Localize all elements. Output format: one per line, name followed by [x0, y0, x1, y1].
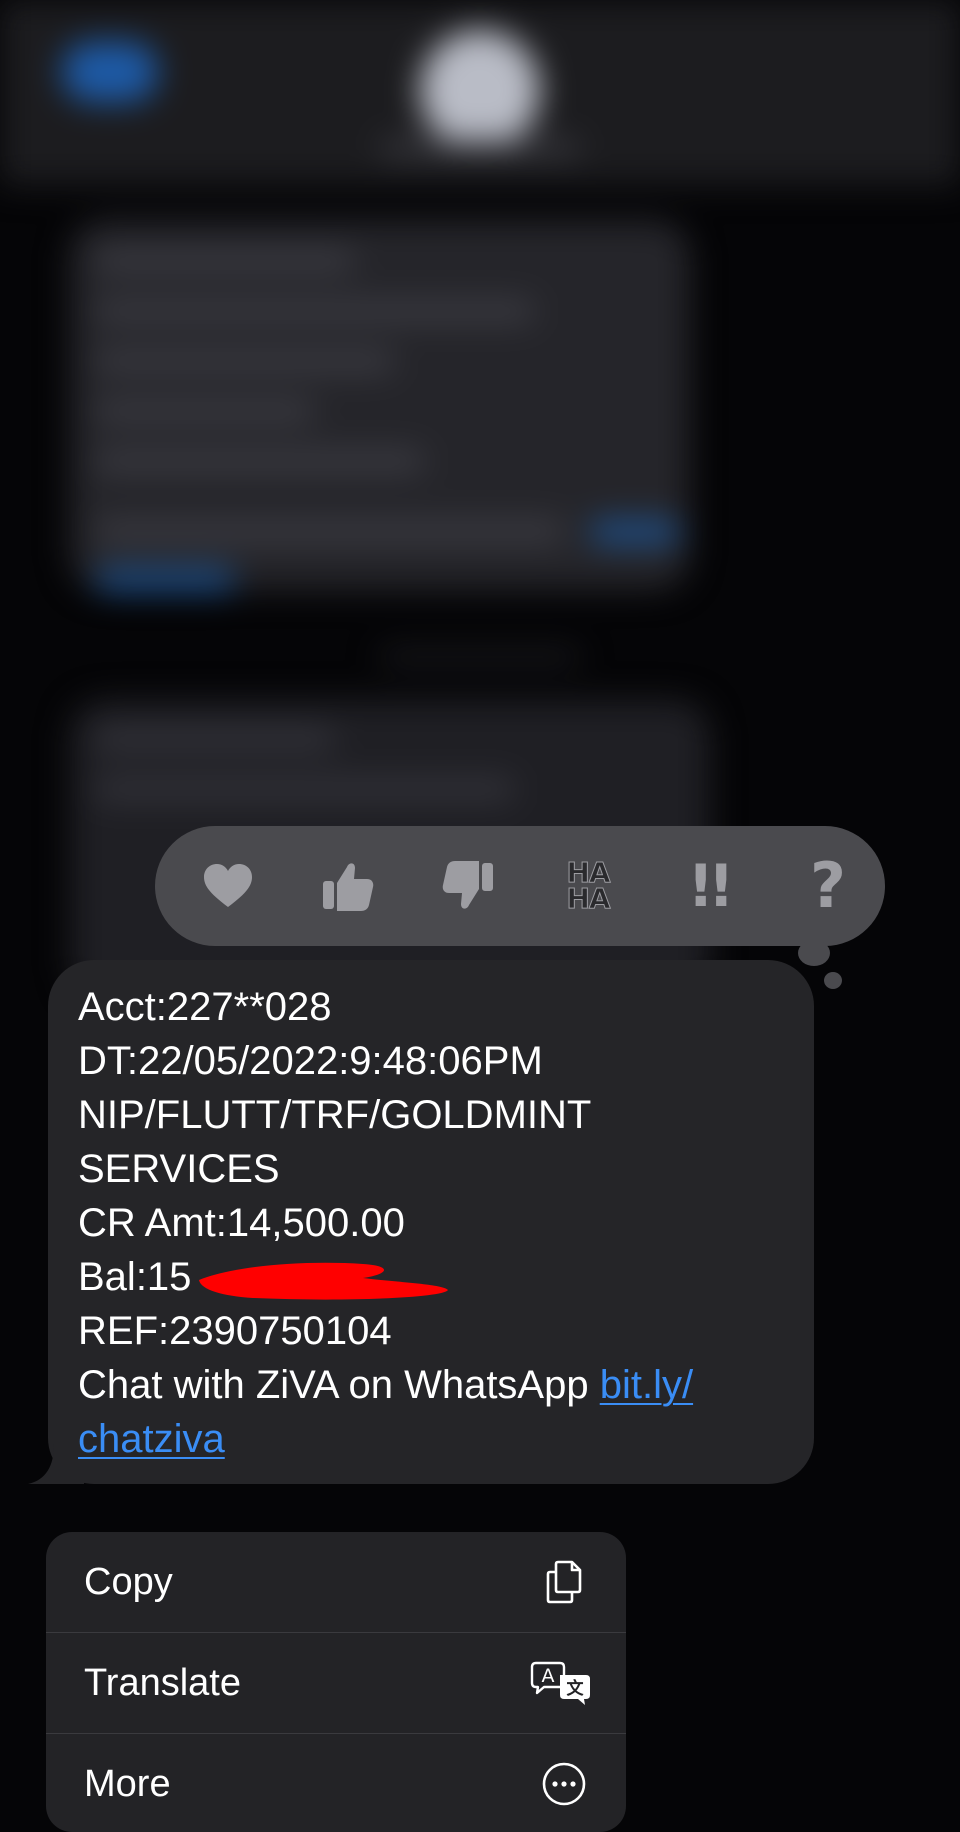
haha-reaction-button[interactable]: HA HA — [548, 826, 628, 946]
blurred-text — [95, 250, 355, 272]
menu-item-translate[interactable]: Translate A 文 — [46, 1633, 626, 1734]
blurred-back-button — [62, 42, 158, 102]
ziva-link-cont[interactable]: chatziva — [78, 1417, 225, 1461]
heart-reaction-button[interactable] — [188, 826, 268, 946]
blurred-text — [95, 778, 515, 800]
thumbs-up-icon — [323, 863, 374, 911]
thumbs-down-icon — [442, 861, 493, 909]
reference-line: REF:2390750104 — [78, 1309, 392, 1353]
date-line: DT:22/05/2022:9:48:06PM — [78, 1039, 543, 1083]
blurred-text — [95, 350, 395, 372]
svg-text:文: 文 — [567, 1678, 585, 1699]
bubble-tail — [28, 1444, 84, 1484]
message-text: Acct:227**028 DT:22/05/2022:9:48:06PM NI… — [78, 980, 798, 1466]
balance-line: Bal:15 — [78, 1250, 798, 1304]
promo-text: Chat with ZiVA on WhatsApp — [78, 1363, 600, 1407]
translate-icon: A 文 — [530, 1661, 590, 1705]
copy-icon — [546, 1560, 582, 1604]
red-redaction-scribble — [199, 1262, 448, 1300]
message-bubble[interactable]: Acct:227**028 DT:22/05/2022:9:48:06PM NI… — [28, 960, 814, 1484]
svg-text:A: A — [542, 1665, 555, 1687]
question-reaction-button[interactable]: ? — [788, 826, 868, 946]
blurred-text — [95, 450, 425, 472]
menu-item-label: Translate — [84, 1662, 241, 1704]
reaction-bar-tail — [798, 940, 830, 966]
reaction-bar: HA HA !! ? — [155, 826, 885, 946]
promo-line-cont: chatziva — [78, 1412, 798, 1466]
question-icon: ? — [810, 849, 846, 922]
more-icon — [542, 1762, 586, 1806]
blurred-text — [95, 728, 335, 750]
emphasize-reaction-button[interactable]: !! — [668, 826, 748, 946]
context-menu: Copy Translate A 文 More — [46, 1532, 626, 1832]
narration-line-cont: SERVICES — [78, 1147, 280, 1191]
blurred-avatar — [420, 30, 540, 150]
credit-amount-line: CR Amt:14,500.00 — [78, 1201, 405, 1245]
blurred-text — [95, 520, 565, 542]
reaction-bar-tail-dot — [824, 972, 842, 989]
haha-line-2: HA — [566, 882, 611, 915]
blurred-contact-name — [380, 140, 580, 156]
blurred-text — [95, 300, 535, 322]
narration-line: NIP/FLUTT/TRF/GOLDMINT — [78, 1093, 592, 1137]
heart-icon — [204, 864, 252, 907]
blurred-text — [95, 400, 315, 422]
haha-icon: HA HA — [566, 858, 611, 915]
menu-item-label: Copy — [84, 1561, 173, 1603]
thumbs-down-reaction-button[interactable] — [428, 826, 508, 946]
account-line: Acct:227**028 — [78, 985, 332, 1029]
menu-item-copy[interactable]: Copy — [46, 1532, 626, 1633]
blurred-timestamp — [380, 650, 580, 664]
promo-line: Chat with ZiVA on WhatsApp bit.ly/ — [78, 1358, 798, 1412]
exclamation-icon: !! — [687, 852, 735, 920]
menu-item-label: More — [84, 1763, 171, 1805]
thumbs-up-reaction-button[interactable] — [308, 826, 388, 946]
blurred-header — [0, 0, 960, 185]
blurred-link — [590, 520, 680, 544]
menu-item-more[interactable]: More — [46, 1734, 626, 1832]
ziva-link[interactable]: bit.ly/ — [600, 1363, 693, 1407]
blurred-link — [95, 568, 235, 592]
balance-text: Bal:15 — [78, 1255, 192, 1299]
